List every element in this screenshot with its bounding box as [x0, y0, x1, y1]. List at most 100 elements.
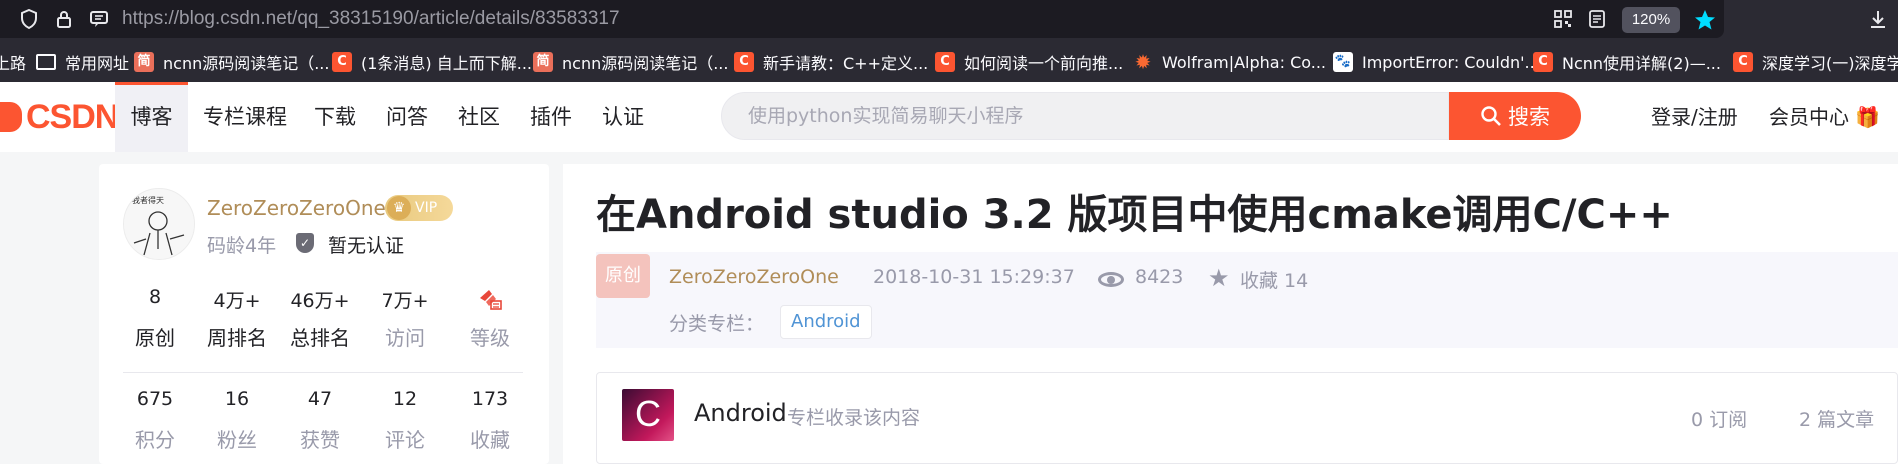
- bookmark-label: 常用网址: [65, 54, 130, 73]
- stat-label: 等级: [470, 326, 510, 350]
- stat-week-rank[interactable]: 4万+ 周排名: [199, 286, 275, 351]
- author-name[interactable]: ZeroZeroZeroOne: [207, 196, 386, 220]
- stat-label: 积分: [135, 428, 175, 452]
- vip-label: VIP: [415, 200, 438, 216]
- stat-label: 周排名: [207, 326, 267, 350]
- article-title: 在Android studio 3.2 版项目中使用cmake调用C/C++: [596, 192, 1673, 238]
- search-box: [721, 92, 1449, 140]
- zoom-level-badge[interactable]: 120%: [1622, 7, 1680, 33]
- stat-label: 评论: [385, 428, 425, 452]
- reader-view-icon[interactable]: [1587, 9, 1607, 29]
- page-info-icon[interactable]: [89, 9, 109, 29]
- bookmark-item[interactable]: 简 ncnn源码阅读笔记（...: [533, 42, 728, 82]
- stat-value: 8: [148, 286, 162, 308]
- bookmark-label: 新手请教：C++定义...: [763, 54, 929, 73]
- csdn-icon: C: [734, 52, 754, 72]
- logo-text: CSDN: [26, 97, 119, 136]
- bookmark-item[interactable]: C (1条消息) 自上而下解...: [332, 42, 532, 82]
- nav-certification[interactable]: 认证: [598, 82, 648, 152]
- author-profile-card: 我者得天 ZeroZeroZeroOne ♛ VIP 码龄4年 ✓ 暂无认证 8…: [99, 164, 549, 464]
- nav-download[interactable]: 下载: [310, 82, 360, 152]
- stat-level[interactable]: 等级: [452, 286, 528, 351]
- qr-code-icon[interactable]: [1553, 9, 1573, 29]
- column-thumbnail[interactable]: C: [622, 389, 674, 441]
- publish-time: 2018-10-31 15:29:37: [873, 266, 1075, 288]
- search-input[interactable]: [722, 93, 1448, 139]
- search-icon: [1481, 106, 1501, 126]
- shield-check-icon: ✓: [296, 233, 314, 253]
- nav-courses[interactable]: 专栏课程: [200, 82, 290, 152]
- level-icon: [452, 286, 528, 312]
- stat-comments[interactable]: 12 评论: [367, 388, 443, 453]
- star-icon[interactable]: ★: [1208, 263, 1230, 293]
- gift-icon: 🎁: [1855, 105, 1881, 129]
- avatar[interactable]: 我者得天: [123, 188, 195, 260]
- bookmark-item[interactable]: C 深度学习(一)深度学习...: [1733, 42, 1898, 82]
- baidu-icon: 🐾: [1333, 52, 1353, 72]
- bookmark-item[interactable]: 简 ncnn源码阅读笔记（...: [134, 42, 329, 82]
- nav-community[interactable]: 社区: [454, 82, 504, 152]
- downloads-icon[interactable]: [1868, 9, 1888, 29]
- article-main: 在Android studio 3.2 版项目中使用cmake调用C/C++ 原…: [563, 164, 1898, 464]
- stat-points[interactable]: 675 积分: [117, 388, 193, 453]
- bookmark-item[interactable]: 🐾 ImportError: Couldn'...: [1333, 42, 1540, 82]
- bookmark-star-icon[interactable]: [1694, 9, 1715, 30]
- csdn-icon: C: [935, 52, 955, 72]
- bookmark-item[interactable]: C 如何阅读一个前向推...: [935, 42, 1123, 82]
- search-button-label: 搜索: [1508, 105, 1550, 129]
- view-count: 8423: [1135, 266, 1184, 288]
- divider: [123, 372, 523, 373]
- column-card[interactable]: C Android 专栏收录该内容 0 订阅 2 篇文章: [596, 372, 1898, 464]
- nav-qa[interactable]: 问答: [382, 82, 432, 152]
- crown-icon: ♛: [387, 196, 411, 220]
- login-register-link[interactable]: 登录/注册: [1651, 82, 1738, 152]
- stat-favorites[interactable]: 173 收藏: [452, 388, 528, 453]
- csdn-icon: C: [1733, 52, 1753, 72]
- bookmark-item[interactable]: C 新手请教：C++定义...: [734, 42, 928, 82]
- collect-count[interactable]: 收藏 14: [1240, 266, 1308, 293]
- nav-plugins[interactable]: 插件: [526, 82, 576, 152]
- shield-icon[interactable]: [19, 8, 39, 30]
- browser-toolbar: https://blog.csdn.net/qq_38315190/articl…: [0, 0, 1898, 42]
- url-text[interactable]: https://blog.csdn.net/qq_38315190/articl…: [122, 8, 620, 30]
- bookmark-label: 如何阅读一个前向推...: [964, 54, 1124, 73]
- stat-visits[interactable]: 7万+ 访问: [367, 286, 443, 351]
- stat-total-rank[interactable]: 46万+ 总排名: [282, 286, 358, 351]
- stat-value: 12: [392, 388, 418, 410]
- jianshu-icon: 简: [533, 52, 553, 72]
- vip-center-link[interactable]: 会员中心 🎁: [1769, 82, 1880, 152]
- wolfram-icon: ✹: [1134, 50, 1152, 74]
- category-tag[interactable]: Android: [780, 305, 872, 339]
- stat-likes[interactable]: 47 获赞: [282, 388, 358, 453]
- stat-label: 原创: [135, 326, 175, 350]
- certification-status: 暂无认证: [328, 235, 405, 257]
- eye-icon: [1098, 272, 1124, 287]
- csdn-logo[interactable]: CSDN: [0, 97, 119, 136]
- bookmark-folder[interactable]: 常用网址: [36, 42, 129, 82]
- column-subscribers: 0 订阅: [1691, 409, 1748, 431]
- bookmarks-bar: 上路 常用网址 简 ncnn源码阅读笔记（... C (1条消息) 自上而下解.…: [0, 42, 1898, 82]
- column-description: 专栏收录该内容: [787, 407, 921, 429]
- nav-blog[interactable]: 博客: [115, 82, 188, 152]
- meta-author-link[interactable]: ZeroZeroZeroOne: [669, 266, 839, 288]
- search-button[interactable]: 搜索: [1449, 92, 1581, 140]
- bookmark-label: (1条消息) 自上而下解...: [361, 54, 533, 73]
- bookmark-item[interactable]: ✹ Wolfram|Alpha: Co...: [1133, 42, 1326, 82]
- bookmark-label: ncnn源码阅读笔记（...: [562, 54, 729, 73]
- bookmark-item[interactable]: C Ncnn使用详解(2)—...: [1533, 42, 1721, 82]
- bookmark-label: Ncnn使用详解(2)—...: [1562, 54, 1721, 73]
- bookmark-item[interactable]: 上路: [0, 42, 26, 82]
- csdn-icon: C: [1533, 52, 1553, 72]
- stat-label: 总排名: [290, 326, 350, 350]
- lock-icon[interactable]: [54, 9, 74, 29]
- mascot-icon: [0, 102, 22, 132]
- csdn-icon: C: [332, 52, 352, 72]
- stat-original[interactable]: 8 原创: [117, 286, 193, 351]
- stat-value: 47: [307, 388, 333, 410]
- bookmark-label: 上路: [0, 54, 27, 73]
- stat-fans[interactable]: 16 粉丝: [199, 388, 275, 453]
- stat-label: 获赞: [300, 428, 340, 452]
- vip-badge[interactable]: ♛ VIP: [385, 195, 453, 221]
- column-name[interactable]: Android: [694, 399, 787, 427]
- stat-label: 粉丝: [217, 428, 257, 452]
